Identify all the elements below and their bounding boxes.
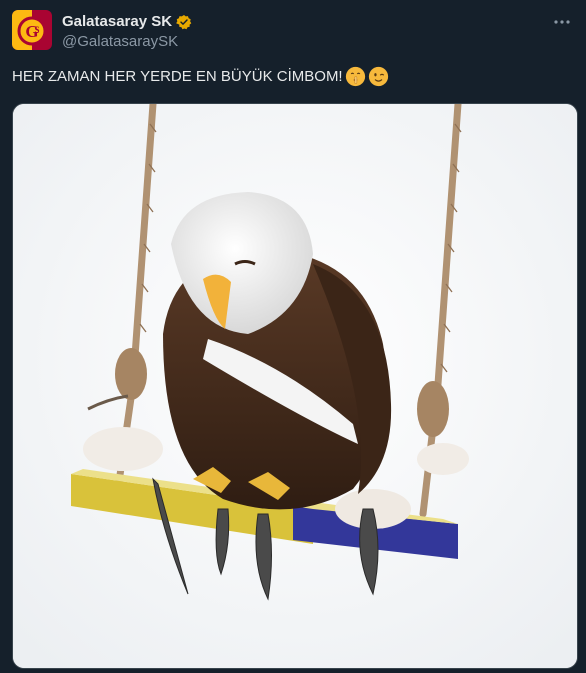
tweet-card: G S Galatasaray SK @GalatasaraySK HER ZA… (0, 0, 586, 673)
winking-face-emoji (368, 66, 389, 87)
tweet-text-content: HER ZAMAN HER YERDE EN BÜYÜK CİMBOM! (12, 67, 343, 85)
verified-badge-icon[interactable] (176, 14, 192, 30)
handle[interactable]: @GalatasaraySK (62, 33, 192, 50)
display-name[interactable]: Galatasaray SK (62, 13, 172, 30)
svg-text:S: S (34, 25, 39, 35)
avatar[interactable]: G S (12, 10, 52, 50)
galatasaray-logo-icon: G S (12, 10, 52, 50)
display-name-row: Galatasaray SK (62, 13, 192, 30)
eagle-on-swing-image[interactable] (12, 103, 578, 669)
more-options-icon[interactable] (552, 12, 572, 32)
shushing-face-emoji (345, 66, 366, 87)
tweet-header: G S Galatasaray SK @GalatasaraySK (12, 10, 574, 54)
tweet-text: HER ZAMAN HER YERDE EN BÜYÜK CİMBOM! (12, 66, 389, 87)
name-block: Galatasaray SK @GalatasaraySK (62, 13, 192, 50)
